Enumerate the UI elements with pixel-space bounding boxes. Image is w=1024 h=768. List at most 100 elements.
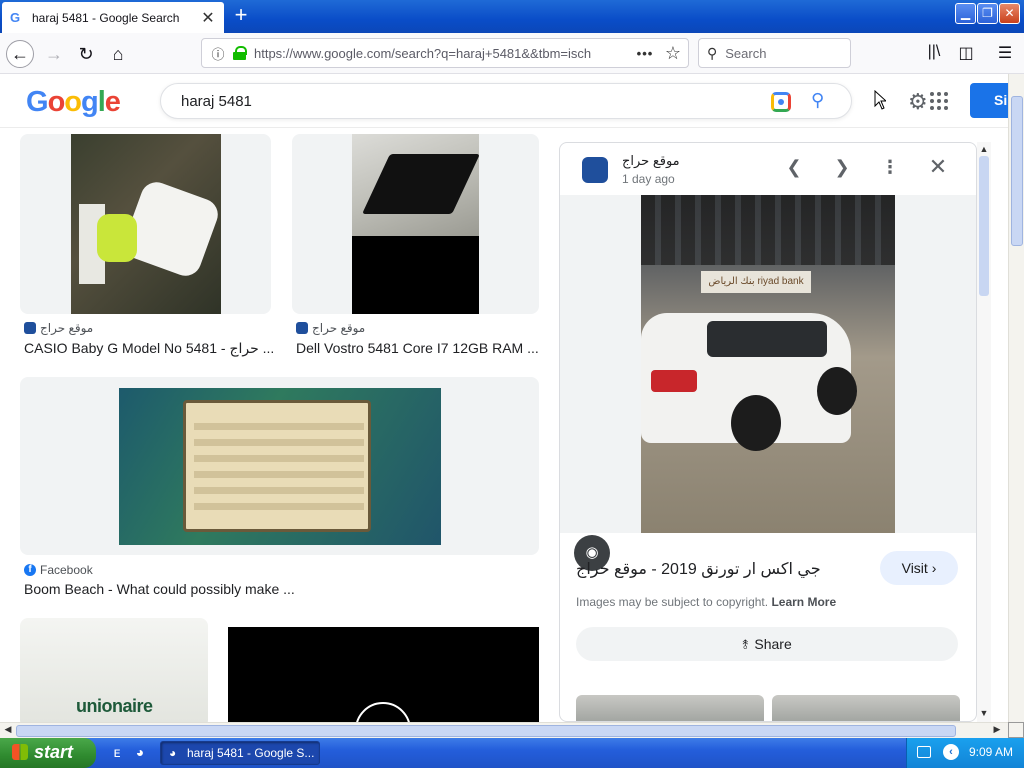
window-minimize-button[interactable]: ▁ [955, 3, 976, 24]
reload-icon[interactable]: ↻ [72, 40, 100, 68]
google-search-box[interactable]: haraj 5481 ⚲ [160, 83, 852, 119]
taskbar-firefox-window[interactable]: ◕ haraj 5481 - Google S... [160, 741, 320, 765]
window-maximize-button[interactable]: ❐ [977, 3, 998, 24]
library-icon[interactable]: ||\ [923, 43, 945, 65]
keyboard-icon[interactable] [917, 746, 931, 758]
browser-search-field[interactable]: ⚲ Search [698, 38, 851, 68]
learn-more-link[interactable]: Learn More [771, 595, 836, 609]
image-preview-panel: موقع حراج 1 day ago ❮ ❯ ⋮ ✕ بنك الرياض r… [559, 142, 977, 722]
address-bar[interactable]: ⓘ https://www.google.com/search?q=haraj+… [201, 38, 689, 68]
window-close-button[interactable]: ✕ [999, 3, 1020, 24]
suv-window [707, 321, 827, 357]
navigation-toolbar: ← → ↻ ⌂ ⓘ https://www.google.com/search?… [0, 33, 1024, 74]
page-actions-icon[interactable]: ••• [632, 46, 658, 61]
result-title[interactable]: Boom Beach - What could possibly make ..… [24, 581, 295, 597]
browser-search-placeholder: Search [725, 45, 767, 61]
previous-image-icon[interactable]: ❮ [782, 155, 806, 179]
site-info-icon[interactable]: ⓘ [208, 44, 228, 63]
back-arrow-icon[interactable]: ← [6, 40, 34, 68]
result-thumbnail-watch[interactable] [71, 134, 223, 314]
clock: 9:09 AM [969, 745, 1014, 759]
logo-letter: o [64, 86, 82, 118]
windows-taskbar: start ᴇ ◕ ◕ haraj 5481 - Google S... ‹ 9:… [0, 738, 1024, 768]
url-text[interactable]: https://www.google.com/search?q=haraj+54… [254, 46, 632, 61]
watch [97, 214, 137, 262]
game-row [194, 455, 364, 462]
windows-logo-icon [12, 744, 28, 760]
firefox-icon: ◕ [169, 746, 177, 760]
google-logo[interactable]: Google [26, 86, 121, 119]
result-source[interactable]: f Facebook [24, 563, 93, 577]
browser-titlebar: G haraj 5481 - Google Search ✕ + ▁ ❐ ✕ [0, 0, 1024, 33]
forward-arrow-icon[interactable]: → [40, 40, 68, 68]
warehouse-roof [641, 195, 895, 265]
result-source-name: موقع حراج [40, 321, 94, 335]
search-icon[interactable]: ⚲ [811, 90, 824, 111]
horizontal-scrollbar[interactable]: ◀ ▶ [0, 722, 1008, 738]
result-thumbnail-game[interactable] [119, 388, 441, 545]
browser-tab[interactable]: G haraj 5481 - Google Search ✕ [2, 2, 224, 33]
settings-gear-icon[interactable]: ⚙ [908, 89, 928, 115]
preview-timestamp: 1 day ago [622, 172, 675, 186]
visit-label: Visit [901, 560, 928, 576]
tab-close-icon[interactable]: ✕ [200, 8, 216, 28]
related-image-thumbnail[interactable] [772, 695, 960, 721]
start-button[interactable]: start [0, 738, 96, 768]
preview-scroll-thumb[interactable] [979, 156, 989, 296]
share-button[interactable]: ⥉ Share [576, 627, 958, 661]
internet-explorer-icon[interactable]: ᴇ [108, 744, 126, 762]
visit-button[interactable]: Visit › [880, 551, 958, 585]
preview-scrollbar[interactable]: ▲ ▼ [977, 142, 991, 722]
result-thumbnail-laptop[interactable] [352, 134, 480, 314]
vertical-scrollbar[interactable] [1008, 74, 1024, 722]
home-icon[interactable]: ⌂ [104, 40, 132, 68]
vertical-scroll-thumb[interactable] [1011, 96, 1023, 246]
result-source-name: موقع حراج [312, 321, 366, 335]
result-title[interactable]: CASIO Baby G Model No 5481 - حراج ... [24, 340, 274, 357]
scroll-up-icon[interactable]: ▲ [977, 144, 991, 154]
tab-title: haraj 5481 - Google Search [32, 10, 180, 25]
logo-letter: l [97, 86, 106, 118]
haraj-favicon-icon [296, 322, 308, 334]
result-source[interactable]: موقع حراج [296, 321, 365, 335]
search-icon: ⚲ [707, 44, 718, 61]
preview-image-area[interactable]: بنك الرياض riyad bank ◉ [560, 195, 976, 571]
scroll-down-icon[interactable]: ▼ [977, 708, 991, 718]
new-tab-button[interactable]: + [230, 4, 252, 26]
game-panel [183, 400, 371, 532]
result-title[interactable]: Dell Vostro 5481 Core I7 12GB RAM ... [296, 340, 539, 356]
scroll-left-icon[interactable]: ◀ [1, 724, 15, 735]
firefox-icon[interactable]: ◕ [131, 744, 149, 762]
scroll-corner [1008, 722, 1024, 738]
suv-wheel [731, 395, 781, 451]
more-options-icon[interactable]: ⋮ [878, 155, 902, 179]
show-hidden-icons-icon[interactable]: ‹ [943, 744, 959, 760]
game-row [194, 439, 364, 446]
system-tray: ‹ 9:09 AM [906, 738, 1024, 768]
preview-image-car[interactable]: بنك الرياض riyad bank [641, 195, 895, 533]
unionaire-logo: unionaire [76, 696, 153, 716]
preview-site-name[interactable]: موقع حراج [622, 153, 680, 169]
result-source-name: Facebook [40, 563, 93, 577]
start-label: start [34, 742, 74, 762]
sidebar-icon[interactable]: ◫ [955, 43, 977, 65]
bookmark-star-icon[interactable]: ☆ [658, 43, 688, 64]
related-image-thumbnail[interactable] [576, 695, 764, 721]
search-query[interactable]: haraj 5481 [181, 93, 252, 110]
game-row [194, 503, 364, 510]
suv-tail-light [651, 370, 697, 392]
logo-letter: G [26, 86, 49, 118]
result-thumbnail-video[interactable] [228, 627, 539, 758]
lock-icon [232, 46, 248, 60]
next-image-icon[interactable]: ❯ [830, 155, 854, 179]
google-apps-icon[interactable] [930, 92, 948, 110]
haraj-favicon-icon [582, 157, 608, 183]
close-preview-icon[interactable]: ✕ [926, 155, 950, 179]
result-thumbnail-unionaire[interactable]: unionaire [20, 618, 208, 728]
horizontal-scroll-thumb[interactable] [16, 725, 956, 737]
scroll-right-icon[interactable]: ▶ [990, 724, 1004, 735]
hamburger-menu-icon[interactable]: ☰ [994, 43, 1016, 65]
result-source[interactable]: موقع حراج [24, 321, 93, 335]
google-lens-icon[interactable] [771, 92, 791, 112]
preview-title[interactable]: جي اكس ار تورنق 2019 - موقع حراج [576, 559, 876, 579]
